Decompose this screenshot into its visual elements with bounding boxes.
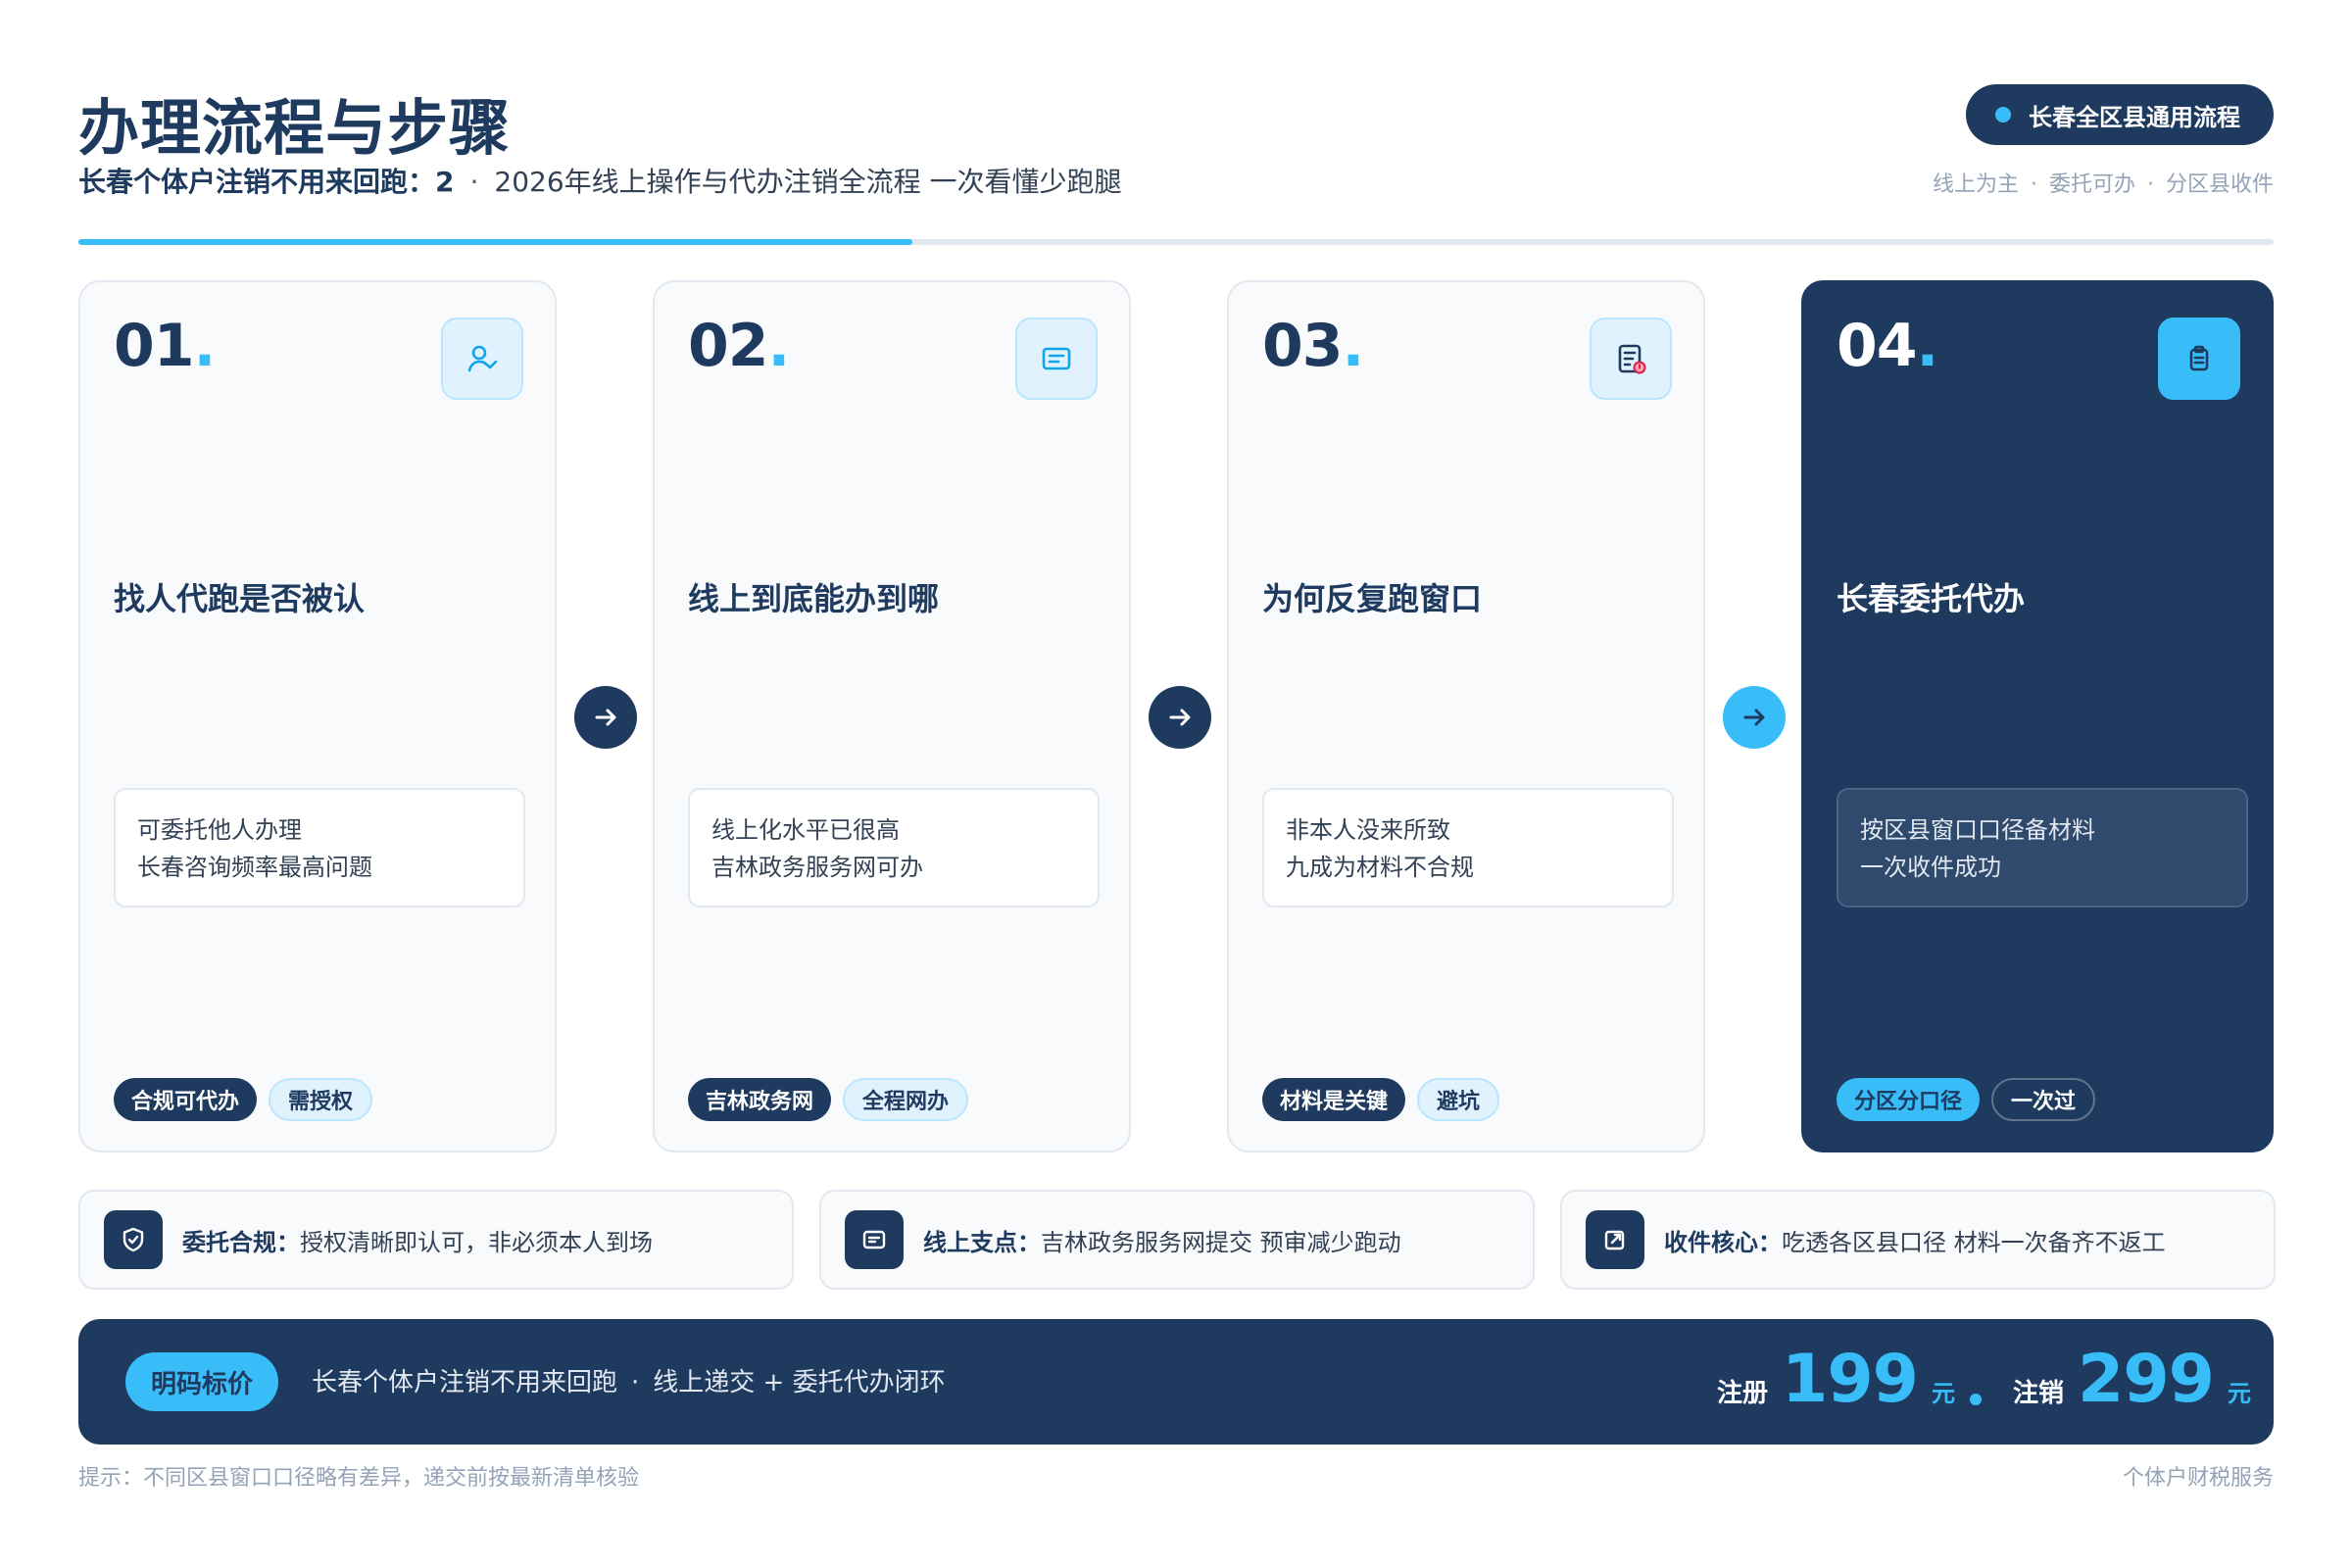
info-label: 收件核心： (1664, 1228, 1782, 1256)
info-label: 委托合规： (182, 1228, 300, 1256)
step-title: 长春委托代办 (1837, 580, 2026, 617)
step-number-text: 02 (688, 312, 768, 380)
pricing-bar: 明码标价 长春个体户注销不用来回跑 · 线上递交 + 委托代办闭环 注册 199 元… (78, 1319, 2274, 1445)
badge-dot-icon (1995, 107, 2011, 122)
step-number-dot: . (1342, 312, 1365, 380)
message-box-icon (845, 1210, 904, 1269)
step-description-line: 线上化水平已很高 (711, 816, 900, 844)
step-tag-secondary: 一次过 (1991, 1078, 2096, 1121)
price-deregister: 注销 299 元 (2013, 1341, 2251, 1418)
step-tag-secondary: 全程网办 (843, 1078, 969, 1121)
price-label: 注销 (2013, 1379, 2065, 1408)
external-link-icon (1586, 1210, 1644, 1269)
step-description-line: 可委托他人办理 (137, 816, 302, 844)
online-form-icon (1015, 318, 1098, 400)
step-tag-primary: 合规可代办 (114, 1078, 258, 1121)
arrow-right-icon (574, 686, 637, 749)
subtitle-separator: · (469, 166, 479, 198)
step-description-line: 一次收件成功 (1860, 854, 2001, 881)
step-tag-primary: 吉林政务网 (688, 1078, 832, 1121)
pricing-text: 长春个体户注销不用来回跑 · 线上递交 + 委托代办闭环 (312, 1362, 946, 1398)
info-card-online: 线上支点：吉林政务服务网提交 预审减少跑动 (819, 1190, 1535, 1290)
step-tag-primary: 分区分口径 (1837, 1078, 1981, 1121)
info-card-compliance: 委托合规：授权清晰即认可，非必须本人到场 (78, 1190, 794, 1290)
footnote-brand: 个体户财税服务 (2122, 1466, 2274, 1491)
pricing-text-a: 长春个体户注销不用来回跑 (312, 1368, 618, 1397)
info-text: 线上支点：吉林政务服务网提交 预审减少跑动 (923, 1223, 1401, 1257)
step-card-1: 01. 找人代跑是否被认 可委托他人办理 长春咨询频率最高问题 合规可代办 需授… (78, 280, 557, 1152)
step-description-line: 九成为材料不合规 (1286, 854, 1474, 881)
price-label: 注册 (1717, 1379, 1769, 1408)
info-label: 线上支点： (923, 1228, 1041, 1256)
step-number-dot: . (767, 312, 791, 380)
info-card-intake: 收件核心：吃透各区县口径 材料一次备齐不返工 (1560, 1190, 2276, 1290)
tagline-separator: · (2146, 172, 2154, 197)
step-tag-secondary: 需授权 (269, 1078, 373, 1121)
footnote-tip: 提示：不同区县窗口口径略有差异，递交前按最新清单核验 (78, 1466, 640, 1491)
step-tags: 合规可代办 需授权 (114, 1078, 373, 1121)
step-number-dot: . (193, 312, 217, 380)
step-number: 02. (688, 312, 791, 380)
subtitle-strong: 长春个体户注销不用来回跑：2 (78, 166, 455, 198)
step-description: 线上化水平已很高 吉林政务服务网可办 (688, 788, 1100, 907)
arrow-right-icon (1149, 686, 1211, 749)
progress-fill (78, 239, 913, 245)
page-title: 办理流程与步骤 (78, 92, 512, 164)
price-value: 199 (1782, 1341, 1919, 1418)
tagline-item: 分区县收件 (2165, 172, 2274, 197)
info-body: 授权清晰即认可，非必须本人到场 (300, 1228, 653, 1256)
step-number-text: 01 (114, 312, 194, 380)
user-check-icon (441, 318, 523, 400)
arrow-right-icon (1723, 686, 1786, 749)
tagline-separator: · (2030, 172, 2037, 197)
step-description-line: 长春咨询频率最高问题 (137, 854, 372, 881)
progress-track (78, 239, 2274, 245)
step-description-line: 吉林政务服务网可办 (711, 854, 923, 881)
step-description: 非本人没来所致 九成为材料不合规 (1262, 788, 1674, 907)
price-register: 注册 199 元 (1717, 1341, 1955, 1418)
shield-check-icon (104, 1210, 163, 1269)
step-tag-primary: 材料是关键 (1262, 1078, 1406, 1121)
subtitle-rest: 2026年线上操作与代办注销全流程 一次看懂少跑腿 (494, 166, 1122, 198)
step-description: 可委托他人办理 长春咨询频率最高问题 (114, 788, 525, 907)
step-title: 线上到底能办到哪 (688, 580, 940, 617)
price-unit: 元 (2227, 1380, 2251, 1407)
region-badge: 长春全区县通用流程 (1966, 84, 2274, 145)
document-warning-icon (1590, 318, 1672, 400)
step-tags: 吉林政务网 全程网办 (688, 1078, 969, 1121)
tagline-item: 委托可办 (2048, 172, 2135, 197)
step-tags: 分区分口径 一次过 (1837, 1078, 2096, 1121)
clipboard-icon (2158, 318, 2240, 400)
step-number: 04. (1837, 312, 1939, 380)
step-title: 为何反复跑窗口 (1262, 580, 1483, 617)
info-body: 吃透各区县口径 材料一次备齐不返工 (1782, 1228, 2166, 1256)
step-number: 03. (1262, 312, 1365, 380)
step-number-text: 04 (1837, 312, 1917, 380)
tagline-item: 线上为主 (1932, 172, 2019, 197)
step-tags: 材料是关键 避坑 (1262, 1078, 1500, 1121)
step-number-text: 03 (1262, 312, 1343, 380)
step-description: 按区县窗口口径备材料 一次收件成功 (1837, 788, 2248, 907)
page-subtitle: 长春个体户注销不用来回跑：2 · 2026年线上操作与代办注销全流程 一次看懂少跑腿 (78, 161, 1122, 200)
step-card-4: 04. 长春委托代办 按区县窗口口径备材料 一次收件成功 分区分口径 一次过 (1801, 280, 2274, 1152)
pricing-text-b: 线上递交 + 委托代办闭环 (653, 1368, 946, 1397)
step-description-line: 非本人没来所致 (1286, 816, 1450, 844)
region-badge-label: 长春全区县通用流程 (2029, 103, 2240, 131)
step-description-line: 按区县窗口口径备材料 (1860, 816, 2095, 844)
info-text: 收件核心：吃透各区县口径 材料一次备齐不返工 (1664, 1223, 2166, 1257)
info-body: 吉林政务服务网提交 预审减少跑动 (1041, 1228, 1401, 1256)
step-tag-secondary: 避坑 (1417, 1078, 1500, 1121)
tagline: 线上为主 · 委托可办 · 分区县收件 (1933, 167, 2274, 198)
step-card-3: 03. 为何反复跑窗口 非本人没来所致 九成为材料不合规 材料是关键 避坑 (1227, 280, 1705, 1152)
step-number: 01. (114, 312, 217, 380)
price-unit: 元 (1931, 1380, 1955, 1407)
pricing-text-separator: · (631, 1368, 640, 1397)
step-card-2: 02. 线上到底能办到哪 线上化水平已很高 吉林政务服务网可办 吉林政务网 全程… (653, 280, 1131, 1152)
pricing-pill: 明码标价 (125, 1352, 279, 1411)
step-number-dot: . (1916, 312, 1939, 380)
price-value: 299 (2078, 1341, 2215, 1418)
price-separator-dot (1970, 1394, 1982, 1405)
info-text: 委托合规：授权清晰即认可，非必须本人到场 (182, 1223, 653, 1257)
step-title: 找人代跑是否被认 (114, 580, 366, 617)
